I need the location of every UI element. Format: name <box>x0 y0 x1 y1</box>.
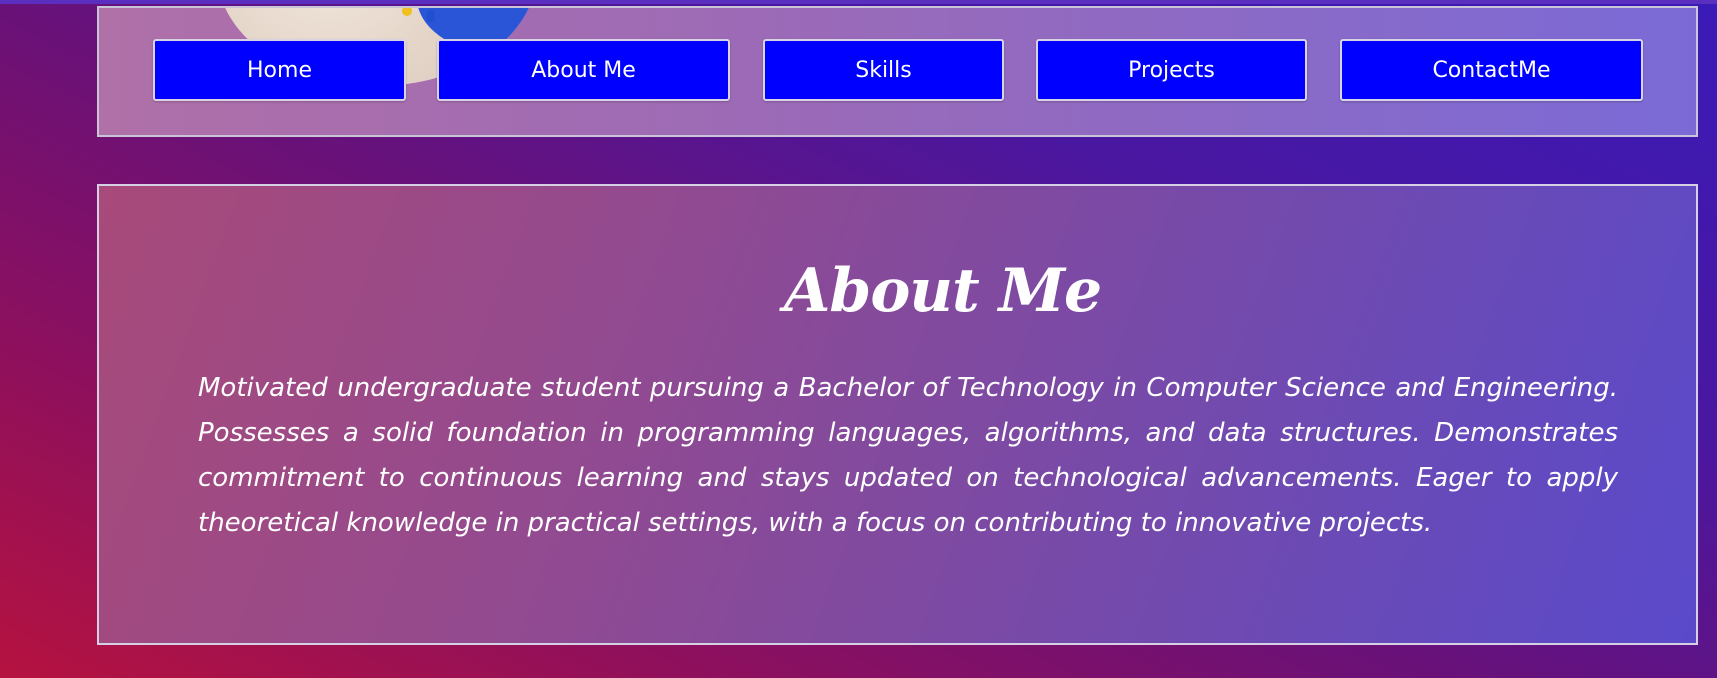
nav-contact-me-button[interactable]: ContactMe <box>1340 39 1643 101</box>
about-me-section: About Me Motivated undergraduate student… <box>97 184 1698 645</box>
nav-projects-button[interactable]: Projects <box>1036 39 1307 101</box>
profile-photo-detail <box>427 10 435 22</box>
nav-about-me-button[interactable]: About Me <box>437 39 730 101</box>
nav-skills-button[interactable]: Skills <box>763 39 1004 101</box>
profile-photo-detail <box>402 8 412 16</box>
about-me-heading: About Me <box>783 256 1102 326</box>
header-nav-panel: Home About Me Skills Projects ContactMe <box>97 6 1698 137</box>
top-edge-strip <box>0 0 1717 4</box>
nav-home-button[interactable]: Home <box>153 39 406 101</box>
about-me-description: Motivated undergraduate student pursuing… <box>198 373 1618 538</box>
